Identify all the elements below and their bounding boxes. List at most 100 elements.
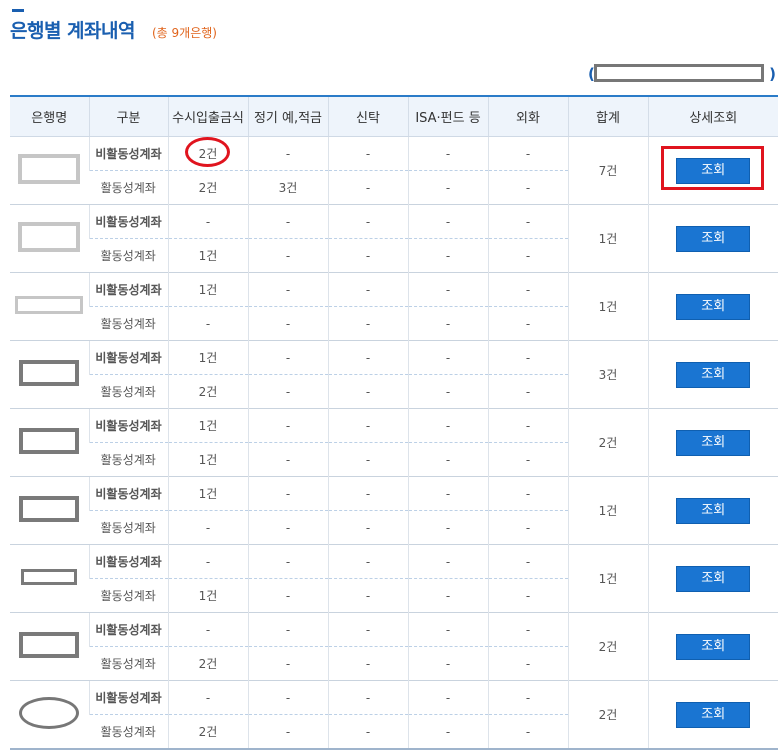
bank-logo-cell (10, 204, 89, 273)
bank-logo-cell (10, 408, 89, 477)
active-count: - (327, 510, 408, 545)
inactive-count: - (487, 204, 568, 239)
inactive-count: - (247, 680, 328, 715)
active-account-label: 활동성계좌 (100, 453, 156, 467)
inactive-count: - (487, 272, 568, 307)
view-detail-button[interactable]: 조회 (676, 633, 751, 660)
bank-logo-cell (10, 612, 89, 681)
inactive-count: - (327, 204, 408, 239)
inactive-count[interactable]: 1건 (167, 408, 248, 443)
inactive-account-link[interactable]: 비활동성계좌 (88, 544, 168, 579)
detail-cell: 조회 (647, 340, 778, 409)
inactive-count: - (327, 544, 408, 579)
inactive-account-link[interactable]: 비활동성계좌 (88, 204, 168, 239)
total-count: 2건 (567, 408, 648, 477)
active-count: 2건 (167, 374, 248, 409)
masked-info-area: ( ) (588, 63, 776, 87)
detail-cell: 조회 (647, 408, 778, 477)
bank-logo (19, 632, 80, 658)
bank-account-table: 은행명 구분 수시입출금식 정기 예,적금 신탁 ISA·펀드 등 외화 합계 … (10, 95, 778, 750)
active-count: - (407, 646, 488, 681)
bank-logo (15, 296, 84, 314)
inactive-count: - (407, 204, 488, 239)
active-count: - (407, 714, 488, 750)
inactive-account-link[interactable]: 비활동성계좌 (88, 272, 168, 307)
inactive-count[interactable]: 1건 (167, 340, 248, 375)
inactive-account-link[interactable]: 비활동성계좌 (88, 408, 168, 443)
total-count: 1건 (567, 272, 648, 341)
inactive-count: - (487, 680, 568, 715)
inactive-account-link[interactable]: 비활동성계좌 (88, 680, 168, 715)
bank-logo-cell (10, 340, 89, 409)
total-count: 2건 (567, 612, 648, 681)
view-detail-button[interactable]: 조회 (676, 497, 751, 524)
inactive-count: - (167, 680, 248, 715)
bank-count-subtitle: (총 9개은행) (152, 26, 217, 40)
active-count: 3건 (247, 170, 328, 205)
header-demand-deposit: 수시입출금식 (167, 95, 248, 137)
view-detail-button[interactable]: 조회 (676, 361, 751, 388)
view-detail-button[interactable]: 조회 (676, 701, 751, 728)
table-row: 비활동성계좌 - - - - -1건 조회 (10, 204, 778, 273)
table-row: 비활동성계좌 1건 - - - -2건 조회 (10, 408, 778, 477)
total-count: 1건 (567, 204, 648, 273)
active-count: - (327, 374, 408, 409)
active-count: - (487, 306, 568, 341)
bank-logo (19, 496, 80, 522)
inactive-account-link[interactable]: 비활동성계좌 (88, 612, 168, 647)
active-count: - (407, 578, 488, 613)
view-detail-button[interactable]: 조회 (676, 293, 751, 320)
inactive-count: - (327, 340, 408, 375)
active-count: - (487, 578, 568, 613)
active-count: 2건 (167, 714, 248, 750)
bank-logo-cell (10, 136, 89, 205)
view-detail-button[interactable]: 조회 (676, 429, 751, 456)
active-count: - (247, 442, 328, 477)
inactive-count: - (247, 612, 328, 647)
detail-cell: 조회 (647, 476, 778, 545)
inactive-account-link[interactable]: 비활동성계좌 (88, 476, 168, 511)
detail-cell: 조회 (647, 680, 778, 750)
bank-logo-cell (10, 544, 89, 613)
active-count: - (407, 170, 488, 205)
active-account-label: 활동성계좌 (100, 521, 156, 535)
inactive-count: - (407, 136, 488, 171)
inactive-count: - (407, 476, 488, 511)
view-detail-button[interactable]: 조회 (676, 565, 751, 592)
detail-cell: 조회 (647, 204, 778, 273)
table-row: 비활동성계좌 - - - - -2건 조회 (10, 680, 778, 750)
detail-cell: 조회 (647, 544, 778, 613)
active-count: 1건 (167, 238, 248, 273)
table-row: 비활동성계좌 1건 - - - -3건 조회 (10, 340, 778, 409)
inactive-count: - (247, 204, 328, 239)
active-count: - (327, 646, 408, 681)
inactive-count: - (327, 272, 408, 307)
active-count: - (327, 306, 408, 341)
inactive-count[interactable]: 2건 (167, 136, 248, 171)
active-count: 2건 (167, 170, 248, 205)
active-count: - (487, 170, 568, 205)
inactive-count: - (487, 612, 568, 647)
page-title: 은행별 계좌내역 (10, 20, 135, 42)
inactive-account-link[interactable]: 비활동성계좌 (88, 340, 168, 375)
inactive-count[interactable]: 1건 (167, 272, 248, 307)
bank-logo (18, 222, 81, 252)
inactive-count: - (407, 544, 488, 579)
view-detail-button[interactable]: 조회 (676, 225, 751, 252)
active-count: - (487, 510, 568, 545)
active-count: - (407, 306, 488, 341)
active-count: - (407, 374, 488, 409)
header-foreign: 외화 (487, 95, 568, 137)
header-trust: 신탁 (327, 95, 408, 137)
inactive-count: - (247, 476, 328, 511)
inactive-account-link[interactable]: 비활동성계좌 (88, 136, 168, 171)
inactive-count[interactable]: 1건 (167, 476, 248, 511)
table-row: 비활동성계좌 1건 - - - -1건 조회 (10, 476, 778, 545)
active-count: - (487, 374, 568, 409)
inactive-count: - (167, 544, 248, 579)
inactive-count: - (407, 272, 488, 307)
view-detail-button[interactable]: 조회 (676, 157, 751, 184)
header-kind: 구분 (88, 95, 168, 137)
detail-cell: 조회 (647, 136, 778, 205)
active-count: 1건 (167, 578, 248, 613)
